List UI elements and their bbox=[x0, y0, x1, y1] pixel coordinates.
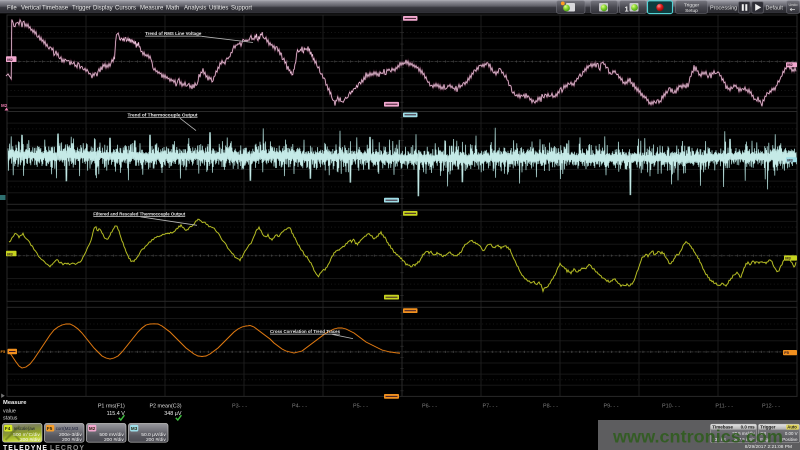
svg-text:200 #/div: 200 #/div bbox=[62, 437, 82, 443]
svg-text:Math: Math bbox=[166, 5, 179, 11]
svg-text:P8- - -: P8- - - bbox=[543, 403, 558, 409]
svg-text:8/29/2017 2:21:08 PM: 8/29/2017 2:21:08 PM bbox=[745, 444, 792, 450]
svg-text:M2: M2 bbox=[7, 57, 13, 62]
svg-text:Undo: Undo bbox=[788, 3, 797, 7]
svg-text:LECROY: LECROY bbox=[50, 445, 84, 450]
svg-text:200e-3/div: 200e-3/div bbox=[59, 432, 82, 438]
svg-text:Trigger: Trigger bbox=[684, 3, 700, 9]
svg-text:Default: Default bbox=[766, 6, 784, 12]
svg-text:Filtered and Rescaled Thermoco: Filtered and Rescaled Thermocouple Outpu… bbox=[93, 211, 185, 216]
svg-text:P6- - -: P6- - - bbox=[422, 403, 437, 409]
svg-text:P9- - -: P9- - - bbox=[604, 403, 619, 409]
svg-text:TELEDYNE: TELEDYNE bbox=[3, 445, 47, 450]
svg-text:200 #/div: 200 #/div bbox=[146, 437, 166, 443]
svg-text:200 #/div: 200 #/div bbox=[104, 437, 124, 443]
svg-text:0.00 V: 0.00 V bbox=[785, 431, 798, 436]
svg-text:M2: M2 bbox=[1, 103, 8, 108]
svg-text:Timebase: Timebase bbox=[42, 5, 69, 11]
svg-text:File: File bbox=[7, 5, 17, 11]
svg-text:Display: Display bbox=[93, 5, 113, 11]
svg-text:Measure: Measure bbox=[3, 400, 27, 406]
svg-text:value: value bbox=[3, 408, 16, 414]
svg-text:P2 mean(C3): P2 mean(C3) bbox=[149, 403, 181, 409]
svg-text:Cross Correlation of Trend Tra: Cross Correlation of Trend Traces bbox=[270, 329, 340, 334]
svg-text:P1 rms(F1): P1 rms(F1) bbox=[98, 403, 125, 409]
svg-text:Positive: Positive bbox=[782, 437, 798, 442]
svg-text:Measure: Measure bbox=[140, 5, 164, 11]
svg-text:P3- - -: P3- - - bbox=[232, 403, 247, 409]
svg-text:M3: M3 bbox=[131, 426, 138, 431]
svg-text:www.cntronics.com: www.cntronics.com bbox=[612, 427, 783, 447]
svg-text:F5: F5 bbox=[47, 426, 53, 431]
svg-text:50.0 µV/div: 50.0 µV/div bbox=[141, 432, 166, 438]
svg-text:P10- - -: P10- - - bbox=[662, 403, 680, 409]
svg-text:Processing: Processing bbox=[710, 6, 737, 12]
svg-text:Cursors: Cursors bbox=[115, 5, 136, 11]
svg-text:M3: M3 bbox=[785, 256, 791, 261]
svg-text:P4- - -: P4- - - bbox=[292, 403, 307, 409]
svg-text:Setup: Setup bbox=[685, 8, 698, 14]
svg-text:M3: M3 bbox=[787, 157, 793, 162]
svg-text:status: status bbox=[3, 416, 18, 422]
svg-text:P12- - -: P12- - - bbox=[762, 403, 780, 409]
svg-text:M3: M3 bbox=[7, 251, 13, 256]
svg-text:200 #/div: 200 #/div bbox=[20, 437, 40, 443]
svg-text:P5- - -: P5- - - bbox=[353, 403, 368, 409]
svg-text:Trend of RMS Line Voltage: Trend of RMS Line Voltage bbox=[145, 31, 202, 36]
svg-text:rescale(aw: rescale(aw bbox=[14, 426, 36, 431]
svg-text:Auto: Auto bbox=[787, 425, 797, 430]
svg-text:Utilities: Utilities bbox=[209, 5, 228, 11]
svg-text:P11- - -: P11- - - bbox=[715, 403, 733, 409]
svg-text:M2: M2 bbox=[89, 426, 96, 431]
svg-text:115.4 V: 115.4 V bbox=[107, 411, 126, 417]
svg-text:F4: F4 bbox=[5, 426, 11, 431]
svg-text:F5: F5 bbox=[784, 350, 789, 355]
svg-text:Vertical: Vertical bbox=[21, 5, 41, 11]
svg-text:Trigger: Trigger bbox=[72, 5, 91, 11]
svg-text:Support: Support bbox=[231, 5, 252, 11]
svg-text:P7- - -: P7- - - bbox=[483, 403, 498, 409]
svg-text:M2: M2 bbox=[787, 62, 793, 67]
svg-text:348 µV: 348 µV bbox=[164, 411, 182, 417]
svg-text:F5: F5 bbox=[1, 349, 6, 354]
svg-text:Analysis: Analysis bbox=[184, 5, 206, 11]
svg-text:500 mV/div: 500 mV/div bbox=[99, 432, 124, 438]
svg-text:corr(M2,M3: corr(M2,M3 bbox=[56, 426, 79, 431]
svg-text:Trend of Thermocouple Output: Trend of Thermocouple Output bbox=[128, 113, 198, 118]
svg-text:500 m°C/div: 500 m°C/div bbox=[13, 432, 40, 438]
svg-text:1: 1 bbox=[625, 5, 629, 14]
